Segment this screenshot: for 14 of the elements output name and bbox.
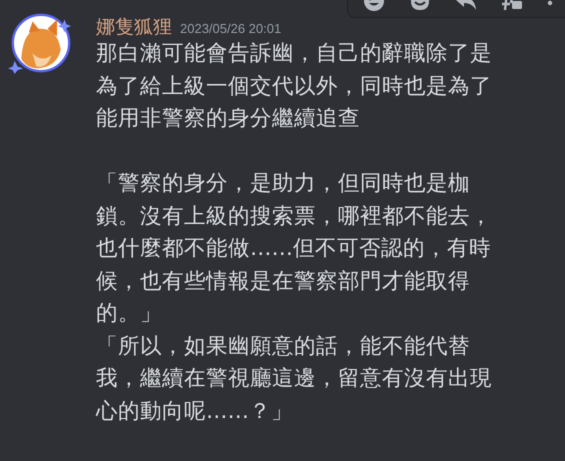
message-text: 我，繼續在警視廳這邊，留意有沒有出現 (96, 365, 492, 393)
message-text: 心的動向呢……？」 (96, 398, 294, 426)
message-text: 候，也有些情報是在警察部門才能取得 (96, 268, 471, 296)
avatar-icon[interactable] (10, 12, 72, 74)
timestamp: 2023/05/26 20:01 (180, 21, 282, 36)
author-name[interactable]: 娜隻狐狸 (96, 14, 172, 40)
message-text: 能用非警察的身分繼續追查 (96, 105, 361, 133)
message-text: 「所以，如果幽願意的話，能不能代替 (96, 332, 471, 360)
message-text: 「警察的身分，是助力，但同時也是枷 (96, 170, 471, 198)
message-text: 為了給上級一個交代以外，同時也是為了 (96, 72, 492, 100)
message-text: 的。」 (96, 300, 163, 328)
message-text: 鎖。沒有上級的搜索票，哪裡都不能去， (96, 202, 492, 230)
message-text: 也什麼都不能做……但不可否認的，有時 (96, 235, 492, 263)
message-text: 那白瀨可能會告訴幽，自己的辭職除了是 (96, 40, 492, 68)
